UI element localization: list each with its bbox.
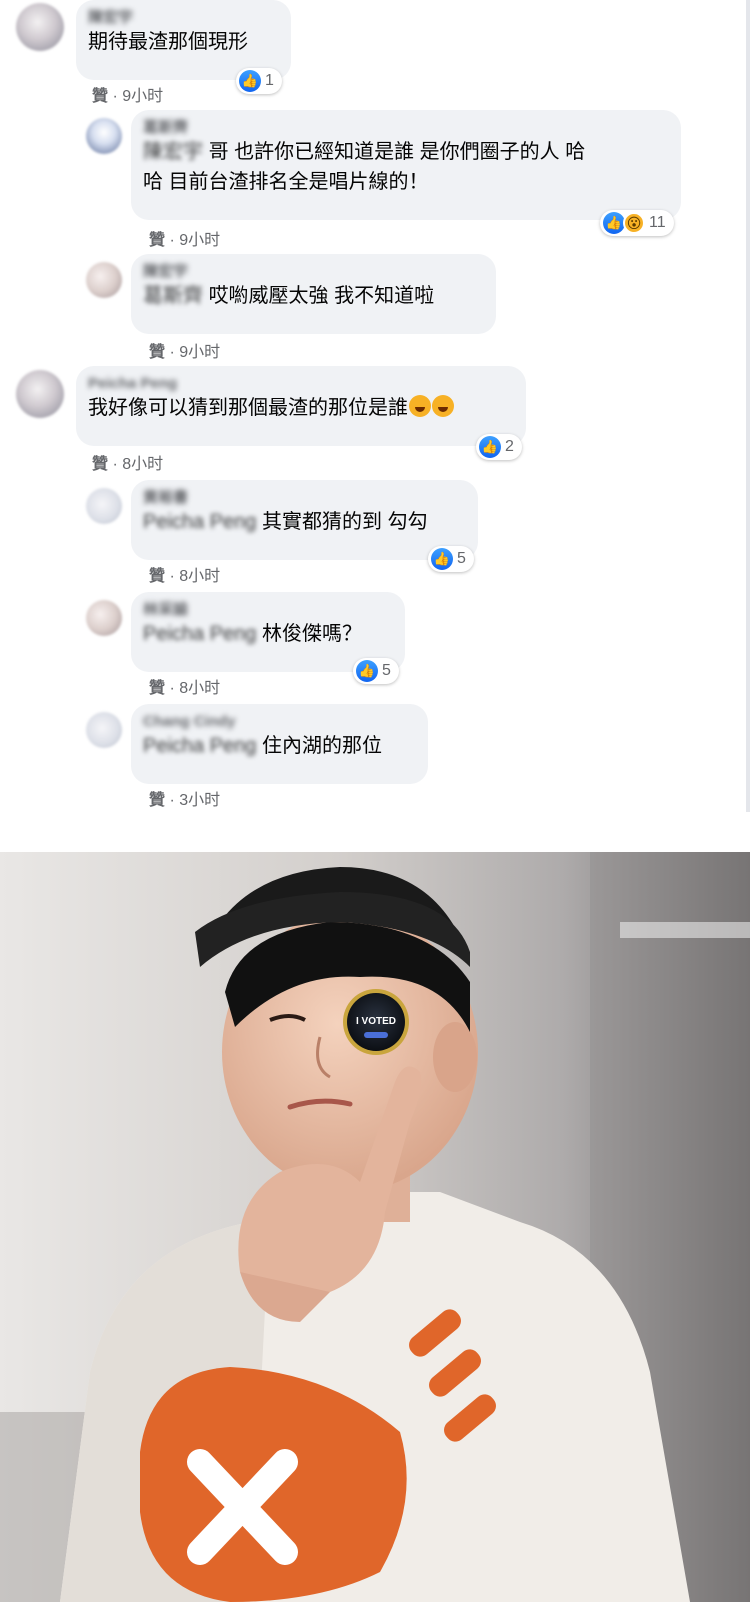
mention-link[interactable]: Peicha Peng — [143, 511, 256, 533]
timestamp[interactable]: 9小时 — [179, 344, 220, 361]
comment-bubble: Peicha Peng 我好像可以猜到那個最渣的那位是誰 — [76, 366, 526, 446]
like-link[interactable]: 贊 — [92, 88, 108, 105]
reaction-summary[interactable]: 👍 😮 11 — [600, 210, 674, 236]
reaction-count: 5 — [457, 550, 466, 567]
reaction-count: 11 — [649, 214, 666, 231]
reaction-summary[interactable]: 👍 1 — [236, 68, 282, 94]
like-link[interactable]: 贊 — [149, 680, 165, 697]
avatar[interactable] — [16, 370, 64, 418]
avatar[interactable] — [86, 600, 122, 636]
comment-meta: 贊 · 8小时 — [92, 456, 164, 473]
scrollbar[interactable] — [746, 0, 750, 812]
reaction-count: 5 — [382, 662, 391, 679]
comment-author[interactable]: Chang Cindy — [143, 712, 416, 731]
avatar[interactable] — [86, 262, 122, 298]
wow-icon: 😮 — [623, 212, 645, 234]
thumbs-up-icon: 👍 — [431, 548, 453, 570]
comment-bubble: Chang Cindy Peicha Peng 住內湖的那位 — [131, 704, 428, 784]
mention-link[interactable]: Peicha Peng — [143, 735, 256, 757]
comment-bubble: 黄裕書 Peicha Peng 其實都猜的到 勾勾 — [131, 480, 478, 560]
timestamp[interactable]: 9小时 — [179, 232, 220, 249]
reaction-summary[interactable]: 👍 2 — [476, 434, 522, 460]
like-link[interactable]: 贊 — [149, 232, 165, 249]
comment-author[interactable]: 黄裕書 — [143, 488, 466, 507]
comment-meta: 贊 · 9小时 — [149, 344, 221, 361]
comment-author[interactable]: 林采諭 — [143, 600, 393, 619]
avatar[interactable] — [86, 712, 122, 748]
comment-thread: 陳宏宇 期待最渣那個現形 👍 1 贊 · 9小时 葛斯齊 陳宏宇 哥 也許你已經… — [0, 0, 750, 812]
comment-author[interactable]: 陳宏宇 — [88, 8, 279, 27]
avatar[interactable] — [16, 3, 64, 51]
reaction-summary[interactable]: 👍 5 — [428, 546, 474, 572]
like-link[interactable]: 贊 — [149, 568, 165, 585]
comment-text: 陳宏宇 哥 也許你已經知道是誰 是你們圈子的人 哈哈 目前台渣排名全是唱片線的！ — [143, 141, 586, 193]
laugh-emoji-icon — [409, 395, 431, 417]
thumbs-up-icon: 👍 — [356, 660, 378, 682]
avatar[interactable] — [86, 118, 122, 154]
thumbs-up-icon: 👍 — [239, 70, 261, 92]
photo-illustration: I VOTED — [0, 852, 750, 1602]
reaction-summary[interactable]: 👍 5 — [353, 658, 399, 684]
comment-meta: 贊 · 9小时 — [92, 88, 164, 105]
avatar[interactable] — [86, 488, 122, 524]
timestamp[interactable]: 3小时 — [179, 792, 220, 809]
comment-meta: 贊 · 8小时 — [149, 568, 221, 585]
mention-link[interactable]: Peicha Peng — [143, 623, 256, 645]
like-link[interactable]: 贊 — [92, 456, 108, 473]
comment-author[interactable]: 陳宏宇 — [143, 262, 484, 281]
comment-text: 葛斯齊 哎喲威壓太強 我不知道啦 — [143, 285, 435, 307]
timestamp[interactable]: 9小时 — [122, 88, 163, 105]
comment-text: 我好像可以猜到那個最渣的那位是誰 — [88, 393, 514, 423]
sticker-text: I VOTED — [356, 1016, 396, 1027]
thumbs-up-icon: 👍 — [603, 212, 625, 234]
like-link[interactable]: 贊 — [149, 792, 165, 809]
mention-link[interactable]: 陳宏宇 — [143, 141, 203, 163]
comment-author[interactable]: 葛斯齊 — [143, 118, 669, 137]
comment-text: 期待最渣那個現形 — [88, 31, 248, 53]
comment-author[interactable]: Peicha Peng — [88, 374, 514, 393]
timestamp[interactable]: 8小时 — [122, 456, 163, 473]
timestamp[interactable]: 8小时 — [179, 680, 220, 697]
comment-text: Peicha Peng 林俊傑嗎？ — [143, 623, 362, 645]
timestamp[interactable]: 8小时 — [179, 568, 220, 585]
comment-text: Peicha Peng 住內湖的那位 — [143, 735, 382, 757]
reaction-count: 1 — [265, 72, 274, 89]
reaction-count: 2 — [505, 438, 514, 455]
comment-text: Peicha Peng 其實都猜的到 勾勾 — [143, 511, 428, 533]
comment-meta: 贊 · 9小时 — [149, 232, 221, 249]
comment-bubble: 陳宏宇 葛斯齊 哎喲威壓太強 我不知道啦 — [131, 254, 496, 334]
comment-meta: 贊 · 8小时 — [149, 680, 221, 697]
laugh-emoji-icon — [432, 395, 454, 417]
thumbs-up-icon: 👍 — [479, 436, 501, 458]
mention-link[interactable]: 葛斯齊 — [143, 285, 203, 307]
comment-meta: 贊 · 3小时 — [149, 792, 221, 809]
comment-bubble: 葛斯齊 陳宏宇 哥 也許你已經知道是誰 是你們圈子的人 哈哈 目前台渣排名全是唱… — [131, 110, 681, 220]
post-photo[interactable]: I VOTED — [0, 852, 750, 1602]
like-link[interactable]: 贊 — [149, 344, 165, 361]
